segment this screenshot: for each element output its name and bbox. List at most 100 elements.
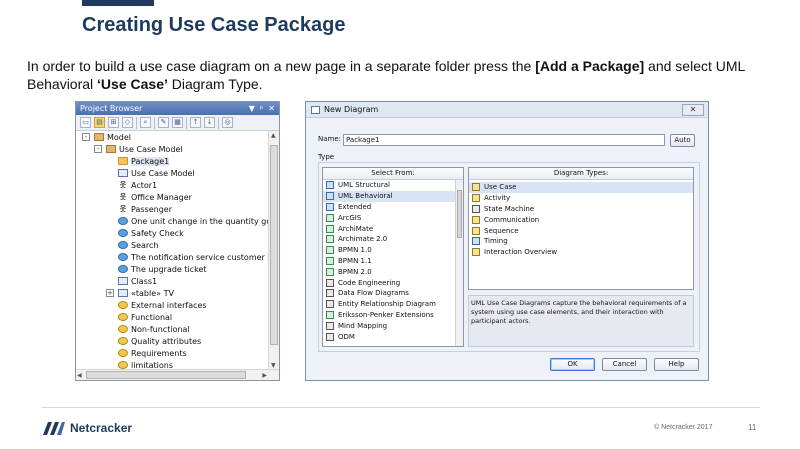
diagram-type-item[interactable]: Interaction Overview — [469, 247, 693, 258]
tree-item[interactable]: Requirements — [76, 347, 269, 359]
move-down-icon[interactable]: ↓ — [204, 117, 215, 128]
select-from-item[interactable]: Archimate 2.0 — [323, 234, 463, 245]
scroll-down-icon[interactable]: ▼ — [271, 362, 276, 369]
toolbar-divider — [136, 116, 137, 129]
add-element-icon[interactable]: ◇ — [122, 117, 133, 128]
tree-item[interactable]: Quality attributes — [76, 335, 269, 347]
select-from-item[interactable]: BPMN 2.0 — [323, 266, 463, 277]
tree-vertical-scrollbar[interactable]: ▲ ▼ — [268, 131, 279, 370]
usecase-icon — [118, 241, 128, 249]
tree-item[interactable]: + «table» TV — [76, 287, 269, 299]
add-package-icon[interactable]: ▤ — [94, 117, 105, 128]
tree-item[interactable]: - Model — [76, 131, 269, 143]
diagram-type-icon — [326, 267, 334, 276]
auto-button[interactable]: Auto — [670, 134, 695, 147]
tree-item[interactable]: 웃 Passenger — [76, 203, 269, 215]
tree-item[interactable]: The upgrade ticket — [76, 263, 269, 275]
select-from-item[interactable]: Data Flow Diagrams — [323, 288, 463, 299]
add-diagram-icon[interactable]: ⊞ — [108, 117, 119, 128]
name-input[interactable]: Package1 — [343, 134, 665, 146]
view-icon[interactable]: ▦ — [172, 117, 183, 128]
diagram-type-icon — [326, 310, 334, 319]
cancel-button[interactable]: Cancel — [602, 358, 647, 371]
panel-menu-icon[interactable]: ▼ — [249, 104, 255, 113]
diagram-type-item[interactable]: Timing — [469, 236, 693, 247]
diagram-type-item[interactable]: Communication — [469, 214, 693, 225]
scrollbar-thumb[interactable] — [457, 190, 462, 238]
tree-item[interactable]: Use Case Model — [76, 167, 269, 179]
toolbar-divider — [154, 116, 155, 129]
select-from-item[interactable]: Extended — [323, 202, 463, 213]
tree-item[interactable]: Package1 — [76, 155, 269, 167]
select-from-item[interactable]: ODM — [323, 331, 463, 342]
diagram-type-icon — [326, 235, 334, 244]
select-from-item[interactable]: BPMN 1.1 — [323, 256, 463, 267]
scrollbar-thumb[interactable] — [270, 145, 278, 345]
select-from-item[interactable]: BPMN 1.0 — [323, 245, 463, 256]
close-icon[interactable]: ✕ — [268, 104, 275, 113]
find-icon[interactable]: ⌕ — [140, 117, 151, 128]
select-from-item-label: Entity Relationship Diagram — [338, 300, 436, 309]
select-from-item[interactable]: Code Engineering — [323, 277, 463, 288]
select-from-item[interactable]: UML Structural — [323, 180, 463, 191]
select-from-item-label: UML Structural — [338, 181, 390, 190]
toolbar-divider — [218, 116, 219, 129]
scroll-left-icon[interactable]: ◀ — [77, 372, 82, 379]
scrollbar-thumb[interactable] — [86, 371, 246, 379]
diagram-type-icon — [472, 237, 480, 246]
dialog-close-button[interactable]: ✕ — [682, 104, 704, 116]
tree-item[interactable]: Non-functional — [76, 323, 269, 335]
tree-item[interactable]: 웃 Office Manager — [76, 191, 269, 203]
diagram-type-item[interactable]: Use Case — [469, 182, 693, 193]
select-from-item[interactable]: ArchiMate — [323, 223, 463, 234]
tree-item[interactable]: Class1 — [76, 275, 269, 287]
tree-item[interactable]: Safety Check — [76, 227, 269, 239]
select-from-item[interactable]: Entity Relationship Diagram — [323, 299, 463, 310]
type-label: Type — [318, 153, 335, 161]
tree-item[interactable]: External interfaces — [76, 299, 269, 311]
tree-item-label: Quality attributes — [131, 336, 202, 346]
tree-item-label: The notification service customer serv — [131, 252, 269, 262]
collapse-icon[interactable]: - — [82, 133, 90, 141]
requirement-icon — [118, 349, 128, 357]
folder-icon — [118, 157, 128, 165]
move-up-icon[interactable]: ↑ — [190, 117, 201, 128]
tree-item-label: One unit change in the quantity goods — [131, 216, 269, 226]
select-from-scrollbar[interactable] — [455, 180, 463, 346]
folder-icon[interactable]: ▭ — [80, 117, 91, 128]
page-number: 11 — [748, 423, 757, 432]
tree-item[interactable]: - Use Case Model — [76, 143, 269, 155]
requirement-icon — [118, 325, 128, 333]
scroll-right-icon[interactable]: ▶ — [262, 372, 267, 379]
select-from-item[interactable]: UML Behavioral — [323, 190, 463, 202]
usecase-icon — [118, 253, 128, 261]
dialog-titlebar: New Diagram — [306, 102, 708, 118]
select-from-item[interactable]: Mind Mapping — [323, 320, 463, 331]
tree-item-label: Safety Check — [131, 228, 184, 238]
scroll-up-icon[interactable]: ▲ — [271, 132, 276, 139]
new-diagram-dialog: New Diagram ✕ Name: Package1 Auto Type S… — [305, 101, 709, 381]
expand-icon[interactable]: + — [106, 289, 114, 297]
tree-horizontal-scrollbar[interactable]: ◀ ▶ — [76, 369, 279, 380]
window-icon — [311, 105, 320, 114]
edit-icon[interactable]: ✎ — [158, 117, 169, 128]
tree-item[interactable]: Search — [76, 239, 269, 251]
diagram-type-item[interactable]: Sequence — [469, 225, 693, 236]
tree-item-label: Search — [131, 240, 159, 250]
tree-item[interactable]: The notification service customer serv — [76, 251, 269, 263]
tree-item[interactable]: Functional — [76, 311, 269, 323]
tree-item[interactable]: One unit change in the quantity goods — [76, 215, 269, 227]
ok-button[interactable]: OK — [550, 358, 595, 371]
tree-item[interactable]: 웃 Actor1 — [76, 179, 269, 191]
diagram-type-item[interactable]: Activity — [469, 193, 693, 204]
tree-item-label: Functional — [131, 312, 173, 322]
collapse-icon[interactable]: - — [94, 145, 102, 153]
help-button[interactable]: Help — [654, 358, 699, 371]
settings-icon[interactable]: ◎ — [222, 117, 233, 128]
project-browser-titlebar: Project Browser ▼ ᵖ ✕ — [76, 102, 279, 115]
select-from-item[interactable]: Eriksson-Penker Extensions — [323, 310, 463, 321]
pin-icon[interactable]: ᵖ — [260, 104, 263, 113]
diagram-type-icon — [326, 256, 334, 265]
select-from-item[interactable]: ArcGIS — [323, 212, 463, 223]
diagram-type-item[interactable]: State Machine — [469, 204, 693, 215]
